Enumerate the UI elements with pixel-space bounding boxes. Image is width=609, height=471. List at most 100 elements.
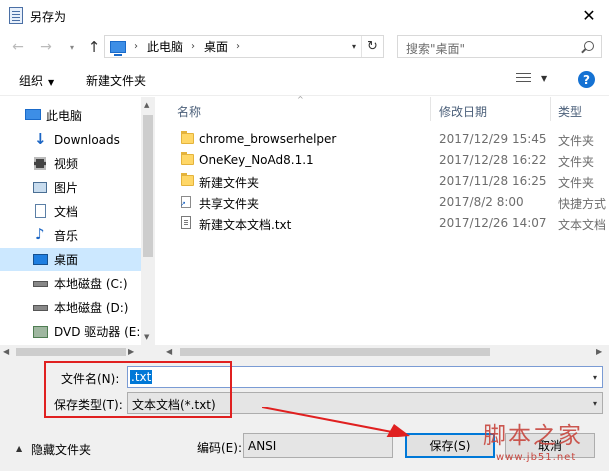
scroll-left-icon[interactable]: ◀ (166, 347, 172, 356)
folder-icon (181, 131, 194, 144)
file-date: 2017/11/28 16:25 (439, 174, 547, 188)
sidebar-item-label: Downloads (54, 132, 120, 147)
scroll-right-icon[interactable]: ▶ (596, 347, 602, 356)
breadcrumb-desktop[interactable]: 桌面 (204, 38, 228, 55)
sidebar-item-label: 此电脑 (46, 109, 83, 123)
save-button[interactable]: 保存(S) (405, 433, 495, 458)
horizontal-scrollbar[interactable]: ◀ ▶ ◀ ▶ (0, 345, 609, 359)
dvd-icon (33, 326, 48, 338)
address-dropdown-icon[interactable]: ▾ (352, 42, 356, 51)
sidebar-item-this-pc[interactable]: 此电脑 (0, 104, 141, 127)
column-divider[interactable] (430, 97, 431, 121)
scroll-up-icon[interactable]: ▲ (144, 101, 149, 109)
caret-down-icon: ▼ (48, 78, 55, 87)
file-name: OneKey_NoAd8.1.1 (199, 153, 314, 167)
sidebar-item-label: 图片 (54, 181, 79, 195)
sidebar-item-drive-c[interactable]: 本地磁盘 (C:) (0, 272, 141, 295)
refresh-button[interactable]: ↻ (361, 36, 383, 57)
scroll-thumb[interactable] (143, 115, 153, 257)
computer-icon (25, 109, 41, 120)
recent-locations-button[interactable]: ▾ (62, 37, 82, 57)
chevron-right-icon[interactable]: › (236, 41, 240, 52)
shortcut-icon (180, 196, 191, 208)
sidebar-item-videos[interactable]: 视频 (0, 152, 141, 175)
file-name: 共享文件夹 (199, 197, 260, 211)
file-row[interactable]: 新建文本文档.txt 2017/12/26 14:07 文本文档 (163, 213, 609, 234)
notepad-icon (9, 7, 23, 24)
sidebar-hscroll-thumb[interactable] (16, 348, 126, 356)
new-folder-button[interactable]: 新建文件夹 (86, 72, 146, 89)
chevron-up-icon[interactable]: ▲ (16, 444, 22, 453)
sidebar-item-label: DVD 驱动器 (E:) (54, 325, 146, 339)
help-icon[interactable]: ? (578, 71, 595, 88)
annotation-highlight-box (44, 361, 232, 418)
column-divider[interactable] (550, 97, 551, 121)
watermark-logo: 脚本之家 www.jb51.net (483, 416, 609, 471)
watermark-text: 脚本之家 (483, 423, 583, 449)
file-row[interactable]: OneKey_NoAd8.1.1 2017/12/28 16:22 文件夹 (163, 150, 609, 171)
sidebar-item-music[interactable]: ♪ 音乐 (0, 224, 141, 247)
file-type: 文件夹 (558, 155, 595, 169)
file-date: 2017/12/26 14:07 (439, 216, 547, 230)
picture-icon (33, 182, 47, 193)
breadcrumb-this-pc[interactable]: 此电脑 (147, 38, 183, 55)
file-type: 文件夹 (558, 134, 595, 148)
sidebar-item-drive-d[interactable]: 本地磁盘 (D:) (0, 296, 141, 319)
search-icon[interactable] (584, 41, 594, 51)
window-title: 另存为 (30, 10, 67, 24)
column-header-date[interactable]: 修改日期 (439, 103, 487, 120)
file-row[interactable]: chrome_browserhelper 2017/12/29 15:45 文件… (163, 129, 609, 150)
sidebar-item-label: 本地磁盘 (C:) (54, 277, 128, 291)
view-caret-icon[interactable]: ▼ (541, 74, 547, 83)
sidebar-item-label: 音乐 (54, 229, 79, 243)
drive-icon (33, 305, 48, 311)
chevron-right-icon[interactable]: › (134, 41, 138, 52)
sidebar-item-pictures[interactable]: 图片 (0, 176, 141, 199)
sidebar-item-label: 本地磁盘 (D:) (54, 301, 129, 315)
close-button[interactable]: ✕ (569, 0, 609, 31)
sort-caret-icon: ^ (297, 95, 304, 104)
annotation-arrow (262, 407, 410, 437)
file-row[interactable]: 共享文件夹 2017/8/2 8:00 快捷方式 (163, 192, 609, 213)
filelist-hscroll-thumb[interactable] (180, 348, 490, 356)
address-bar[interactable]: › 此电脑 › 桌面 › ▾ ↻ (104, 35, 384, 58)
sidebar-item-desktop[interactable]: 桌面 (0, 248, 141, 271)
chevron-down-icon[interactable]: ▾ (593, 399, 597, 408)
file-type: 文本文档 (558, 218, 607, 232)
search-input[interactable]: 搜索"桌面" (397, 35, 602, 58)
organize-button[interactable]: 组织 ▼ (19, 72, 54, 89)
column-header-type[interactable]: 类型 (558, 103, 582, 120)
file-type: 文件夹 (558, 176, 595, 190)
file-type: 快捷方式 (558, 197, 607, 211)
up-button[interactable]: ↑ (84, 37, 104, 57)
folder-icon (181, 173, 194, 186)
desktop-icon (33, 254, 48, 265)
sidebar-scrollbar[interactable]: ▲ ▼ (141, 97, 155, 345)
scroll-right-icon[interactable]: ▶ (128, 347, 134, 356)
watermark-url: www.jb51.net (496, 452, 577, 463)
encoding-value: ANSI (248, 439, 277, 453)
sidebar-item-label: 桌面 (54, 253, 79, 267)
scroll-down-icon[interactable]: ▼ (144, 333, 149, 341)
column-header-name[interactable]: 名称 (177, 103, 201, 120)
chevron-down-icon[interactable]: ▾ (593, 373, 597, 382)
file-date: 2017/12/29 15:45 (439, 132, 547, 146)
command-toolbar: 组织 ▼ 新建文件夹 ▼ ? (0, 62, 609, 96)
organize-label: 组织 (19, 74, 44, 88)
view-options-icon[interactable] (516, 73, 531, 84)
sidebar-item-downloads[interactable]: ↓ Downloads (0, 128, 141, 151)
back-button[interactable]: ← (8, 37, 28, 57)
file-list: ^ 名称 修改日期 类型 chrome_browserhelper 2017/1… (163, 95, 609, 345)
chevron-right-icon[interactable]: › (191, 41, 195, 52)
navigation-bar: ← → ▾ ↑ › 此电脑 › 桌面 › ▾ ↻ 搜索"桌面" (0, 31, 609, 62)
search-placeholder: 搜索"桌面" (406, 42, 466, 56)
forward-button[interactable]: → (36, 37, 56, 57)
hide-folders-button[interactable]: 隐藏文件夹 (31, 441, 91, 458)
sidebar-item-documents[interactable]: 文档 (0, 200, 141, 223)
file-row[interactable]: 新建文件夹 2017/11/28 16:25 文件夹 (163, 171, 609, 192)
file-date: 2017/12/28 16:22 (439, 153, 547, 167)
sidebar-item-dvd-drive[interactable]: DVD 驱动器 (E:) (0, 320, 145, 343)
scroll-left-icon[interactable]: ◀ (3, 347, 9, 356)
sidebar-item-label: 文档 (54, 205, 79, 219)
music-icon: ♪ (35, 225, 45, 243)
